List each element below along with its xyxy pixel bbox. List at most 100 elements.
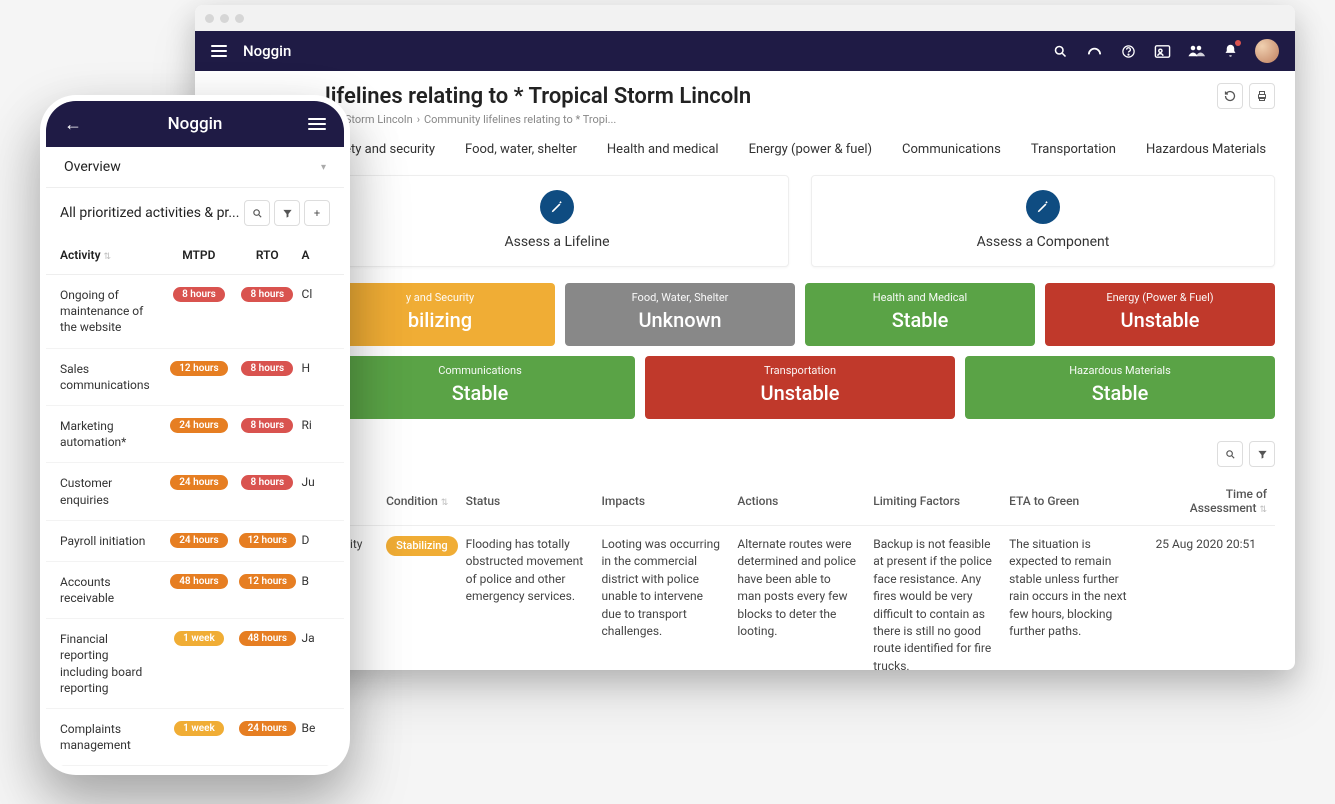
lifeline-name: Hazardous Materials	[965, 364, 1275, 377]
lifeline-card[interactable]: y and Securitybilizing	[325, 283, 555, 346]
lifeline-card[interactable]: Health and Medical Stable	[805, 283, 1035, 346]
contact-icon[interactable]	[1153, 42, 1171, 60]
table-row[interactable]: curityStabilizingFlooding has totally ob…	[325, 526, 1275, 671]
lifeline-name: Communications	[325, 364, 635, 377]
list-item[interactable]: Financial reporting including board repo…	[46, 619, 344, 709]
tab-health[interactable]: Health and medical	[607, 142, 719, 161]
lifeline-name: Health and Medical	[805, 291, 1035, 304]
mobile-list-title: All prioritized activities & pr...	[60, 205, 239, 221]
breadcrumb: ical Storm Lincoln›Community lifelines r…	[195, 109, 1295, 136]
help-icon[interactable]	[1119, 42, 1137, 60]
activity-name: Customer enquiries	[60, 475, 165, 507]
table-search-button[interactable]	[1217, 441, 1243, 467]
rto-pill: 12 hours	[239, 574, 296, 589]
rto-pill: 12 hours	[239, 533, 296, 548]
mobile-header: ← Noggin	[46, 101, 344, 147]
tab-energy[interactable]: Energy (power & fuel)	[749, 142, 872, 161]
mtpd-pill: 24 hours	[170, 475, 227, 490]
people-icon[interactable]	[1187, 42, 1205, 60]
lifeline-card[interactable]: CommunicationsStable	[325, 356, 635, 419]
mtpd-pill: 24 hours	[170, 533, 227, 548]
lifeline-card[interactable]: Hazardous Materials Stable	[965, 356, 1275, 419]
assignee-initial: Ju	[302, 475, 330, 489]
mobile-device: ← Noggin Overview ▾ All prioritized acti…	[40, 95, 350, 775]
rto-pill: 8 hours	[241, 287, 293, 302]
lifeline-card[interactable]: Energy (Power & Fuel)Unstable	[1045, 283, 1275, 346]
table-filter-button[interactable]	[1249, 441, 1275, 467]
assignee-initial: H	[302, 361, 330, 375]
back-icon[interactable]: ←	[64, 114, 82, 135]
activity-name: Accounts receivable	[60, 574, 165, 606]
lifeline-card[interactable]: TransportationUnstable	[645, 356, 955, 419]
tab-transport[interactable]: Transportation	[1031, 142, 1116, 161]
assess-component-label: Assess a Component	[977, 234, 1110, 250]
activity-name: Sales communications	[60, 361, 165, 393]
lifeline-name: Food, Water, Shelter	[565, 291, 795, 304]
print-button[interactable]	[1249, 83, 1275, 109]
tab-food[interactable]: Food, water, shelter	[465, 142, 577, 161]
assess-lifeline-label: Assess a Lifeline	[504, 234, 609, 250]
list-item[interactable]: Marketing automation*24 hours8 hoursRi	[46, 406, 344, 463]
lifeline-status: Stable	[805, 308, 1035, 332]
browser-window: Noggin lifelines rel	[195, 5, 1295, 670]
rto-pill: 8 hours	[241, 418, 293, 433]
tab-comms[interactable]: Communications	[902, 142, 1001, 161]
list-item[interactable]: Ongoing of8 hours8 hoursCl	[46, 766, 344, 769]
th-limiting[interactable]: Limiting Factors	[865, 477, 1001, 526]
lifeline-grid: y and SecuritybilizingFood, Water, Shelt…	[195, 283, 1295, 419]
activity-name: Marketing automation*	[60, 418, 165, 450]
menu-icon[interactable]	[211, 45, 227, 57]
menu-icon[interactable]	[308, 118, 326, 130]
mobile-filter-button[interactable]	[274, 200, 300, 226]
page-title: lifelines relating to * Tropical Storm L…	[325, 84, 751, 109]
list-item[interactable]: Payroll initiation24 hours12 hoursD	[46, 521, 344, 562]
tabs: Safety and security Food, water, shelter…	[195, 136, 1295, 175]
rto-pill: 24 hours	[239, 721, 296, 736]
mobile-tab-label: Overview	[64, 159, 121, 175]
mth-rto[interactable]: RTO	[233, 248, 301, 262]
pencil-icon	[540, 190, 574, 224]
list-item[interactable]: Customer enquiries24 hours8 hoursJu	[46, 463, 344, 520]
th-eta[interactable]: ETA to Green	[1001, 477, 1147, 526]
lifeline-name: Transportation	[645, 364, 955, 377]
mtpd-pill: 8 hours	[173, 287, 225, 302]
mth-a[interactable]: A	[301, 248, 330, 262]
refresh-button[interactable]	[1217, 83, 1243, 109]
list-item[interactable]: Sales communications 12 hours 8 hours H	[46, 349, 344, 406]
assignee-initial: D	[302, 533, 330, 547]
bell-icon[interactable]	[1221, 42, 1239, 60]
assess-lifeline-card[interactable]: Assess a Lifeline	[325, 175, 789, 267]
assignee-initial: Ja	[302, 631, 330, 645]
mtpd-pill: 12 hours	[170, 361, 227, 376]
mtpd-pill: 48 hours	[170, 574, 227, 589]
mobile-search-button[interactable]	[244, 200, 270, 226]
list-item[interactable]: Complaints management1 week24 hoursBe	[46, 709, 344, 766]
list-item[interactable]: Ongoing of maintenance of the website8 h…	[46, 275, 344, 349]
search-icon[interactable]	[1051, 42, 1069, 60]
th-impacts[interactable]: Impacts	[594, 477, 730, 526]
lifeline-status: Unknown	[565, 308, 795, 332]
th-time[interactable]: Time of Assessment⇅	[1148, 477, 1275, 526]
pencil-icon	[1026, 190, 1060, 224]
traffic-light-max[interactable]	[235, 14, 244, 23]
mobile-overview-tab[interactable]: Overview ▾	[46, 147, 344, 188]
app-header: Noggin	[195, 31, 1295, 71]
list-item[interactable]: Accounts receivable 48 hours 12 hours B	[46, 562, 344, 619]
mobile-add-button[interactable]: +	[304, 200, 330, 226]
avatar[interactable]	[1255, 39, 1279, 63]
traffic-light-close[interactable]	[205, 14, 214, 23]
lifeline-status: Stable	[965, 381, 1275, 405]
assignee-initial: B	[302, 574, 330, 588]
th-status[interactable]: Status	[458, 477, 594, 526]
tab-hazmat[interactable]: Hazardous Materials	[1146, 142, 1266, 161]
mth-activity[interactable]: Activity	[60, 248, 101, 262]
arc-icon[interactable]	[1085, 42, 1103, 60]
rto-pill: 8 hours	[241, 361, 293, 376]
mth-mtpd[interactable]: MTPD	[165, 248, 233, 262]
assess-component-card[interactable]: Assess a Component	[811, 175, 1275, 267]
traffic-light-min[interactable]	[220, 14, 229, 23]
th-condition[interactable]: Condition⇅	[378, 477, 458, 526]
lifeline-card[interactable]: Food, Water, Shelter Unknown	[565, 283, 795, 346]
th-actions[interactable]: Actions	[729, 477, 865, 526]
assignee-initial: Ri	[302, 418, 330, 432]
